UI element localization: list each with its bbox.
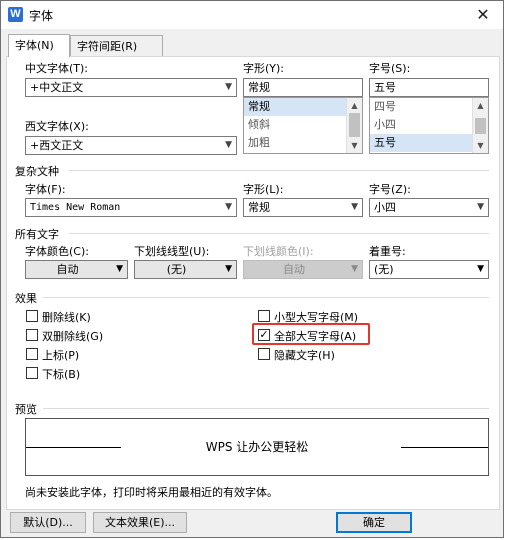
western-font-value: +西文正文 <box>30 139 84 152</box>
complex-size-value: 小四 <box>374 201 396 214</box>
complex-style-label: 字形(L): <box>243 183 284 196</box>
section-divider <box>69 233 489 234</box>
size-label: 字号(S): <box>369 62 411 75</box>
scroll-thumb[interactable] <box>349 113 360 137</box>
chevron-down-icon: ▼ <box>477 202 484 212</box>
tab-font[interactable]: 字体(N) <box>8 34 70 57</box>
underline-type-dropdown[interactable]: (无) ▼ <box>134 260 237 279</box>
complex-section-title: 复杂文种 <box>15 165 59 178</box>
size-option[interactable]: 四号 <box>370 98 488 116</box>
complex-font-select[interactable]: Times New Roman ▼ <box>25 198 237 217</box>
preview-section-title: 预览 <box>15 403 37 416</box>
scroll-down-icon[interactable]: ▼ <box>347 138 362 153</box>
scroll-up-icon[interactable]: ▲ <box>347 98 362 113</box>
style-list[interactable]: 常规 倾斜 加粗 ▲ ▼ <box>243 97 363 154</box>
hidden-text-checkbox[interactable] <box>258 348 270 360</box>
style-label: 字形(Y): <box>243 62 285 75</box>
small-caps-checkbox[interactable] <box>258 310 270 322</box>
subscript-label[interactable]: 下标(B) <box>42 366 80 382</box>
complex-size-label: 字号(Z): <box>369 183 411 196</box>
preview-box: WPS 让办公更轻松 <box>25 418 489 476</box>
close-icon[interactable]: ✕ <box>471 4 495 26</box>
preview-sample-text: WPS 让办公更轻松 <box>205 440 309 454</box>
emphasis-value: (无) <box>374 263 394 276</box>
size-input[interactable]: 五号 <box>369 78 489 97</box>
chinese-font-value: +中文正文 <box>30 81 84 94</box>
western-font-select[interactable]: +西文正文 ▼ <box>25 136 237 155</box>
chinese-font-label: 中文字体(T): <box>25 62 89 75</box>
font-tab-panel: 中文字体(T): 字形(Y): 字号(S): +中文正文 ▼ 常规 五号 常规 … <box>6 56 500 510</box>
all-caps-label[interactable]: 全部大写字母(A) <box>274 328 356 344</box>
strikethrough-label[interactable]: 删除线(K) <box>42 309 91 325</box>
size-list[interactable]: 四号 小四 五号 ▲ ▼ <box>369 97 489 154</box>
font-not-installed-note: 尚未安装此字体，打印时将采用最相近的有效字体。 <box>25 486 278 499</box>
chevron-down-icon: ▼ <box>225 82 232 92</box>
style-list-scrollbar[interactable]: ▲ ▼ <box>346 98 362 153</box>
scroll-thumb[interactable] <box>475 118 486 134</box>
chevron-down-icon: ▼ <box>351 202 358 212</box>
strikethrough-checkbox[interactable] <box>26 310 38 322</box>
font-color-value: 自动 <box>56 263 79 276</box>
style-input[interactable]: 常规 <box>243 78 363 97</box>
underline-type-label: 下划线线型(U): <box>134 245 210 258</box>
section-divider <box>43 408 489 409</box>
superscript-checkbox[interactable] <box>26 348 38 360</box>
caret-down-icon: ▼ <box>351 264 358 274</box>
section-divider <box>69 170 489 171</box>
all-caps-checkbox[interactable]: ✓ <box>258 329 270 341</box>
size-option[interactable]: 五号 <box>370 134 488 152</box>
style-option[interactable]: 加粗 <box>244 134 362 152</box>
complex-font-value: Times New Roman <box>30 202 121 213</box>
chevron-down-icon: ▼ <box>477 264 484 274</box>
underline-color-label: 下划线颜色(I): <box>243 245 314 258</box>
subscript-checkbox[interactable] <box>26 367 38 379</box>
chinese-font-select[interactable]: +中文正文 ▼ <box>25 78 237 97</box>
tab-character-spacing[interactable]: 字符间距(R) <box>70 35 163 56</box>
size-list-scrollbar[interactable]: ▲ ▼ <box>472 98 488 153</box>
all-text-section-title: 所有文字 <box>15 228 59 241</box>
complex-style-value: 常规 <box>248 201 270 214</box>
style-option[interactable]: 倾斜 <box>244 116 362 134</box>
chevron-down-icon: ▼ <box>225 140 232 150</box>
scroll-down-icon[interactable]: ▼ <box>473 138 488 153</box>
font-color-label: 字体颜色(C): <box>25 245 89 258</box>
underline-type-value: (无) <box>166 263 187 276</box>
hidden-text-label[interactable]: 隐藏文字(H) <box>274 347 335 363</box>
double-strikethrough-checkbox[interactable] <box>26 329 38 341</box>
complex-size-select[interactable]: 小四 ▼ <box>369 198 489 217</box>
font-dialog: W 字体 ✕ 字体(N) 字符间距(R) 中文字体(T): 字形(Y): 字号(… <box>0 0 504 538</box>
text-effects-button[interactable]: 文本效果(E)... <box>93 512 187 533</box>
underline-color-value: 自动 <box>283 263 305 276</box>
chevron-down-icon: ▼ <box>225 202 232 212</box>
window-title: 字体 <box>29 9 54 23</box>
western-font-label: 西文字体(X): <box>25 120 89 133</box>
complex-font-label: 字体(F): <box>25 183 66 196</box>
style-option[interactable]: 常规 <box>244 98 362 116</box>
emphasis-dropdown[interactable]: (无) ▼ <box>369 260 489 279</box>
caret-down-icon: ▼ <box>116 264 123 274</box>
ok-button[interactable]: 确定 <box>336 512 412 533</box>
wps-writer-icon: W <box>8 7 23 22</box>
superscript-label[interactable]: 上标(P) <box>42 347 79 363</box>
scroll-up-icon[interactable]: ▲ <box>473 98 488 113</box>
underline-color-dropdown: 自动 ▼ <box>243 260 363 279</box>
section-divider <box>43 297 489 298</box>
default-button[interactable]: 默认(D)... <box>10 512 86 533</box>
caret-down-icon: ▼ <box>225 264 232 274</box>
complex-style-select[interactable]: 常规 ▼ <box>243 198 363 217</box>
emphasis-label: 着重号: <box>369 245 406 258</box>
font-color-dropdown[interactable]: 自动 ▼ <box>25 260 128 279</box>
double-strikethrough-label[interactable]: 双删除线(G) <box>42 328 103 344</box>
effects-section-title: 效果 <box>15 292 37 305</box>
title-bar: W 字体 ✕ <box>1 1 503 29</box>
size-option[interactable]: 小四 <box>370 116 488 134</box>
